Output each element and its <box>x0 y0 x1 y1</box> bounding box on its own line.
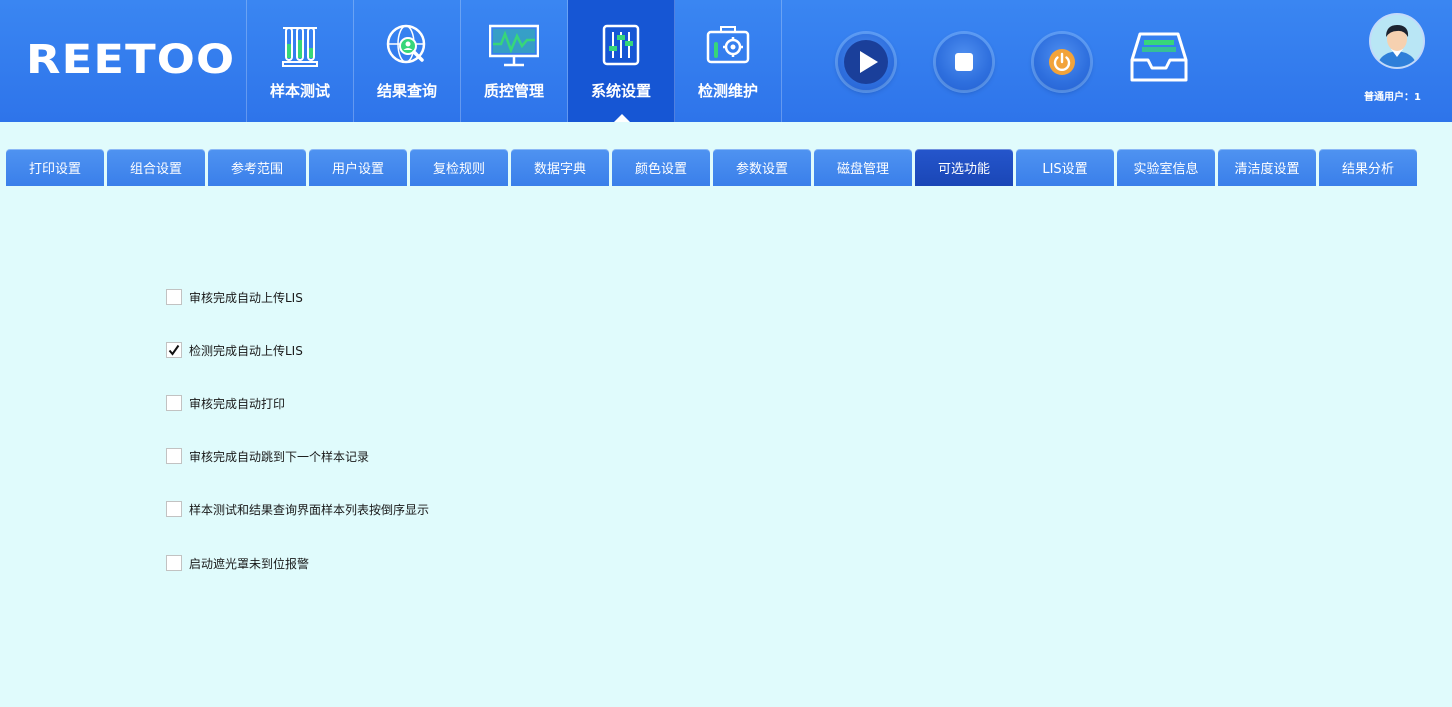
user-label: 普通用户：1 <box>1364 92 1421 103</box>
tab-data-dictionary[interactable]: 数据字典 <box>511 149 609 186</box>
tab-optional-features[interactable]: 可选功能 <box>915 149 1013 186</box>
option-label: 审核完成自动跳到下一个样本记录 <box>189 449 370 464</box>
option-auto-upload-lis-after-test[interactable]: 检测完成自动上传LIS <box>166 341 303 359</box>
top-header: REETOO 样本测试 结果查询 质控管理 系统设置 检测维护 普通用户：1 <box>0 0 1452 122</box>
tray-icon[interactable] <box>1130 30 1188 84</box>
option-auto-print-after-review[interactable]: 审核完成自动打印 <box>166 394 285 412</box>
app-logo: REETOO <box>26 37 236 83</box>
user-avatar-icon <box>1371 15 1423 67</box>
play-icon <box>844 40 888 84</box>
checkbox[interactable] <box>166 395 182 411</box>
power-icon <box>1049 49 1075 75</box>
nav-sample-test[interactable]: 样本测试 <box>247 0 354 122</box>
stop-icon <box>955 53 973 71</box>
nav-result-query[interactable]: 结果查询 <box>354 0 461 122</box>
nav-label: 检测维护 <box>697 82 758 100</box>
tab-disk-management[interactable]: 磁盘管理 <box>814 149 912 186</box>
tab-print-settings[interactable]: 打印设置 <box>6 149 104 186</box>
checkbox[interactable] <box>166 448 182 464</box>
checkbox[interactable] <box>166 342 182 358</box>
main-nav: 样本测试 结果查询 质控管理 系统设置 检测维护 <box>246 0 782 122</box>
globe-search-icon <box>386 24 426 64</box>
nav-label: 质控管理 <box>483 82 544 100</box>
tab-recheck-rules[interactable]: 复检规则 <box>410 149 508 186</box>
nav-label: 样本测试 <box>269 82 330 100</box>
tab-cleanliness-settings[interactable]: 清洁度设置 <box>1218 149 1316 186</box>
tab-lis-settings[interactable]: LIS设置 <box>1016 149 1114 186</box>
option-label: 启动遮光罩未到位报警 <box>189 556 310 571</box>
nav-quality-control[interactable]: 质控管理 <box>461 0 568 122</box>
tab-lab-info[interactable]: 实验室信息 <box>1117 149 1215 186</box>
nav-maintenance[interactable]: 检测维护 <box>675 0 782 122</box>
nav-system-settings[interactable]: 系统设置 <box>568 0 675 122</box>
option-auto-upload-lis-after-review[interactable]: 审核完成自动上传LIS <box>166 288 303 306</box>
tab-user-settings[interactable]: 用户设置 <box>309 149 407 186</box>
monitor-chart-icon <box>489 24 539 67</box>
option-label: 检测完成自动上传LIS <box>189 343 303 358</box>
tab-parameter-settings[interactable]: 参数设置 <box>713 149 811 186</box>
option-shade-alarm[interactable]: 启动遮光罩未到位报警 <box>166 554 309 572</box>
settings-tabs: 打印设置 组合设置 参考范围 用户设置 复检规则 数据字典 颜色设置 参数设置 … <box>6 149 1420 186</box>
test-tubes-icon <box>282 27 318 67</box>
option-label: 审核完成自动打印 <box>189 396 286 411</box>
option-label: 审核完成自动上传LIS <box>189 290 303 305</box>
play-button[interactable] <box>838 34 894 90</box>
power-button[interactable] <box>1034 34 1090 90</box>
checkbox[interactable] <box>166 289 182 305</box>
sliders-icon <box>602 24 640 66</box>
toolbox-gear-icon <box>706 26 750 64</box>
checkbox[interactable] <box>166 555 182 571</box>
option-label: 样本测试和结果查询界面样本列表按倒序显示 <box>189 502 430 517</box>
checkmark-icon <box>168 344 180 356</box>
tab-color-settings[interactable]: 颜色设置 <box>612 149 710 186</box>
checkbox[interactable] <box>166 501 182 517</box>
stop-button[interactable] <box>936 34 992 90</box>
tab-reference-range[interactable]: 参考范围 <box>208 149 306 186</box>
nav-label: 系统设置 <box>590 82 651 100</box>
nav-label: 结果查询 <box>376 82 437 100</box>
tab-combo-settings[interactable]: 组合设置 <box>107 149 205 186</box>
option-auto-jump-next-record[interactable]: 审核完成自动跳到下一个样本记录 <box>166 447 369 465</box>
option-reverse-sample-list[interactable]: 样本测试和结果查询界面样本列表按倒序显示 <box>166 500 429 518</box>
user-avatar[interactable] <box>1371 15 1423 67</box>
tab-result-analysis[interactable]: 结果分析 <box>1319 149 1417 186</box>
